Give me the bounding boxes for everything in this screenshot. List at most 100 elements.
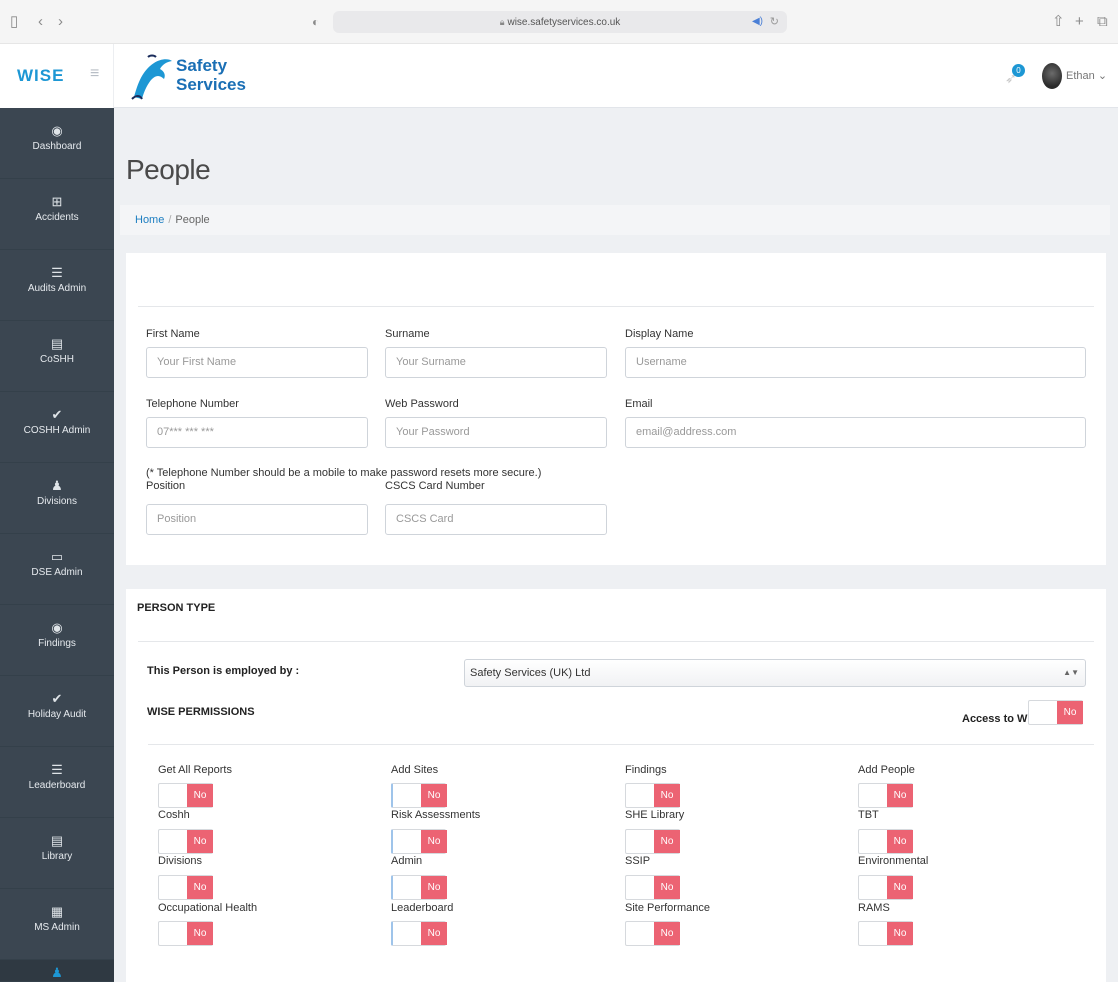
sidebar-item-library[interactable]: ▤ Library — [0, 818, 114, 889]
perm-add-sites-toggle[interactable]: No — [391, 783, 447, 808]
breadcrumb-separator: / — [168, 214, 172, 226]
perm-occupational-health-toggle[interactable]: No — [158, 921, 213, 946]
perm-site-performance-label: Site Performance — [625, 902, 710, 914]
document-icon: ▦ — [50, 904, 64, 919]
book-icon: ▤ — [50, 336, 64, 351]
sidebar-item-people[interactable]: ♟ — [0, 960, 114, 982]
perm-site-performance-toggle[interactable]: No — [625, 921, 680, 946]
toggle-state: No — [887, 922, 913, 945]
perm-admin-label: Admin — [391, 855, 423, 867]
sidebar-toggle-icon[interactable]: ▯ — [10, 13, 18, 31]
perm-rams-toggle[interactable]: No — [858, 921, 913, 946]
lock-icon: 🔒︎ — [499, 17, 505, 27]
sidebar-item-findings[interactable]: ◉ Findings — [0, 605, 114, 676]
perm-tbt-toggle[interactable]: No — [858, 829, 913, 854]
eye-icon: ◉ — [51, 620, 63, 635]
sidebar-item-label: Library — [41, 851, 73, 862]
audio-icon[interactable]: ◀︎) — [752, 11, 763, 33]
perm-get-all-reports-toggle[interactable]: No — [158, 783, 213, 808]
email-input[interactable]: email@address.com — [625, 417, 1086, 448]
avatar[interactable] — [1042, 63, 1062, 89]
card-divider — [138, 641, 1094, 642]
toggle-state: No — [654, 784, 680, 807]
dolphin-logo-icon — [131, 54, 172, 100]
breadcrumb-home[interactable]: Home — [135, 214, 164, 226]
first-name-input[interactable]: Your First Name — [146, 347, 368, 378]
sidebar-item-label: Dashboard — [32, 141, 82, 152]
perm-rams-label: RAMS — [858, 902, 890, 914]
perm-she-library-toggle[interactable]: No — [625, 829, 680, 854]
perm-leaderboard-toggle[interactable]: No — [391, 921, 447, 946]
sidebar-item-accidents[interactable]: ⊞ Accidents — [0, 179, 114, 250]
sidebar-item-coshh[interactable]: ▤ CoSHH — [0, 321, 114, 392]
perm-risk-assessments-toggle[interactable]: No — [391, 829, 447, 854]
address-bar[interactable]: 🔒︎ wise.safetyservices.co.uk ◀︎) ↻ — [333, 11, 787, 33]
url-text: wise.safetyservices.co.uk — [507, 17, 621, 28]
sidebar-item-leaderboard[interactable]: ☰ Leaderboard — [0, 747, 114, 818]
web-password-label: Web Password — [385, 398, 459, 410]
toggle-state: No — [187, 876, 213, 899]
sidebar-item-label: Audits Admin — [27, 283, 87, 294]
perm-get-all-reports-label: Get All Reports — [158, 764, 232, 776]
toggle-state: No — [187, 784, 213, 807]
sidebar-item-dashboard[interactable]: ◉ Dashboard — [0, 108, 114, 179]
sidebar-item-label: Accidents — [35, 212, 79, 223]
web-password-input[interactable]: Your Password — [385, 417, 607, 448]
sidebar-item-label: COSHH Admin — [23, 425, 91, 436]
perm-add-people-toggle[interactable]: No — [858, 783, 913, 808]
position-input[interactable]: Position — [146, 504, 368, 535]
perm-divisions-label: Divisions — [158, 855, 203, 867]
employer-select[interactable]: Safety Services (UK) Ltd ▲▼ — [464, 659, 1086, 687]
share-icon[interactable]: ⇧ — [1052, 13, 1065, 31]
telephone-input[interactable]: 07*** *** *** — [146, 417, 368, 448]
perm-coshh-label: Coshh — [158, 809, 190, 821]
perm-ssip-toggle[interactable]: No — [625, 875, 680, 900]
toggle-state: No — [421, 922, 447, 945]
sidebar-item-label: Holiday Audit — [27, 709, 87, 720]
sidebar-item-dse-admin[interactable]: ▭ DSE Admin — [0, 534, 114, 605]
toggle-state: No — [654, 876, 680, 899]
notifications-button[interactable]: ➶ 0 — [1003, 64, 1025, 88]
sidebar: ◉ Dashboard ⊞ Accidents ☰ Audits Admin ▤… — [0, 108, 114, 982]
forward-icon[interactable]: › — [58, 13, 63, 31]
display-name-input[interactable]: Username — [625, 347, 1086, 378]
new-tab-icon[interactable]: + — [1075, 13, 1084, 31]
perm-divisions-toggle[interactable]: No — [158, 875, 213, 900]
perm-add-sites-label: Add Sites — [391, 764, 439, 776]
sidebar-item-audits-admin[interactable]: ☰ Audits Admin — [0, 250, 114, 321]
user-menu[interactable]: Ethan ⌄ — [1066, 69, 1107, 82]
wise-logo[interactable]: WISE — [17, 66, 64, 86]
perm-findings-toggle[interactable]: No — [625, 783, 680, 808]
select-arrows-icon: ▲▼ — [1063, 668, 1079, 677]
access-to-wise-toggle[interactable]: No — [1028, 700, 1083, 725]
privacy-shield-icon[interactable]: ◐ — [312, 13, 319, 31]
toggle-state: No — [887, 784, 913, 807]
check-icon: ✔ — [51, 691, 63, 706]
toggle-state: No — [421, 876, 447, 899]
sidebar-item-coshh-admin[interactable]: ✔ COSHH Admin — [0, 392, 114, 463]
sidebar-item-label: Leaderboard — [28, 780, 86, 791]
permissions-divider — [148, 744, 1094, 745]
perm-findings-label: Findings — [625, 764, 667, 776]
sidebar-item-label: Findings — [38, 638, 76, 649]
perm-coshh-toggle[interactable]: No — [158, 829, 213, 854]
perm-admin-toggle[interactable]: No — [391, 875, 447, 900]
perm-ssip-label: SSIP — [625, 855, 651, 867]
telephone-note: (* Telephone Number should be a mobile t… — [146, 467, 542, 479]
reload-icon[interactable]: ↻ — [770, 11, 779, 33]
company-name-line2: Services — [176, 75, 246, 94]
back-icon[interactable]: ‹ — [38, 13, 43, 31]
breadcrumb-current: People — [175, 214, 210, 226]
tabs-overview-icon[interactable]: ⧉ — [1097, 13, 1108, 31]
cscs-card-input[interactable]: CSCS Card — [385, 504, 607, 535]
sidebar-item-holiday-audit[interactable]: ✔ Holiday Audit — [0, 676, 114, 747]
book-icon: ▤ — [50, 833, 64, 848]
email-label: Email — [625, 398, 653, 410]
sidebar-item-ms-admin[interactable]: ▦ MS Admin — [0, 889, 114, 960]
perm-environmental-toggle[interactable]: No — [858, 875, 913, 900]
user-name: Ethan — [1066, 70, 1095, 82]
toggle-state: No — [1057, 701, 1083, 724]
surname-input[interactable]: Your Surname — [385, 347, 607, 378]
sidebar-item-divisions[interactable]: ♟ Divisions — [0, 463, 114, 534]
menu-toggle-icon[interactable]: ≡ — [90, 65, 99, 83]
